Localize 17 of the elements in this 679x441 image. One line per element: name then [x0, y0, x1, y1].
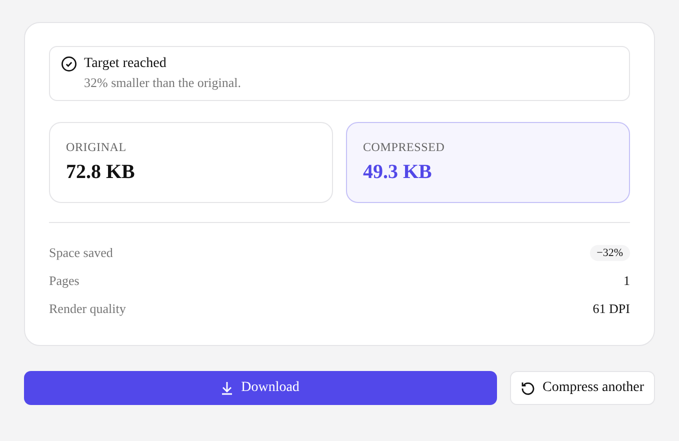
- check-circle-icon: [61, 56, 77, 72]
- refresh-icon: [520, 381, 535, 395]
- size-value: 72.8 KB: [66, 161, 136, 184]
- detail-value: 61 DPI: [592, 301, 630, 317]
- size-label: ORIGINAL: [66, 140, 128, 155]
- detail-label: Pages: [49, 273, 80, 289]
- percent-badge: −32%: [590, 245, 630, 261]
- compress-another-button[interactable]: Compress another: [510, 371, 655, 405]
- download-icon: [221, 381, 234, 395]
- size-value: 49.3 KB: [363, 161, 433, 184]
- detail-value: 1: [624, 273, 630, 289]
- notice-message: 32% smaller than the original.: [84, 75, 242, 91]
- download-button[interactable]: Download: [24, 371, 497, 405]
- size-label: COMPRESSED: [363, 140, 446, 155]
- detail-label: Space saved: [49, 245, 113, 261]
- detail-label: Render quality: [49, 301, 126, 317]
- notice-title: Target reached: [84, 56, 168, 72]
